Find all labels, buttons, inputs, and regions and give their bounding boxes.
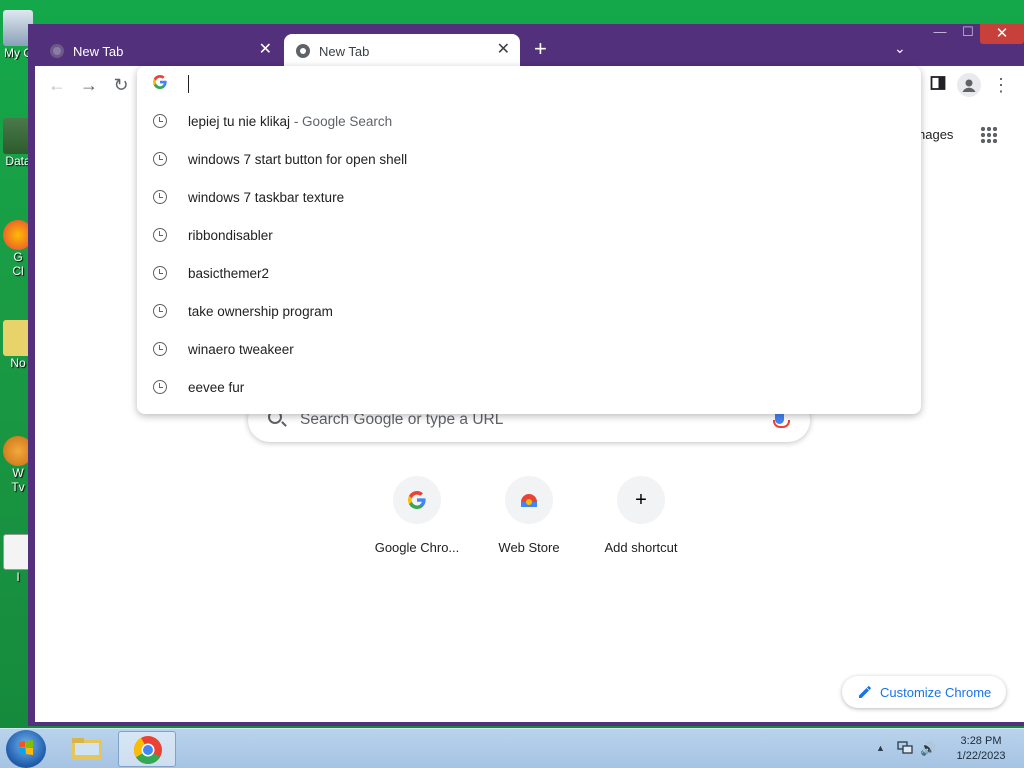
plus-icon: + (617, 476, 665, 524)
tab-title: New Tab (319, 43, 370, 59)
add-shortcut-button[interactable]: + Add shortcut (585, 476, 697, 555)
google-g-icon (153, 75, 167, 93)
suggestion-text: take ownership program (188, 303, 333, 319)
suggestion-text: winaero tweakeer (188, 341, 294, 357)
tab-title: New Tab (73, 43, 124, 59)
taskbar-chrome[interactable] (118, 731, 176, 767)
suggestion-text: ribbondisabler (188, 227, 273, 243)
omnibox-suggestion[interactable]: winaero tweakeer (137, 330, 921, 368)
history-clock-icon (153, 114, 167, 128)
minimize-button[interactable]: — (928, 24, 952, 44)
history-clock-icon (153, 304, 167, 318)
chrome-tab-icon (50, 44, 64, 58)
windows-logo-icon (19, 740, 33, 755)
omnibox-suggestion[interactable]: windows 7 taskbar texture (137, 178, 921, 216)
suggestion-text: eevee fur (188, 379, 245, 395)
profile-avatar-icon[interactable] (957, 73, 981, 97)
tab-new-tab-1[interactable]: New Tab ✕ (50, 34, 282, 68)
maximize-button[interactable]: ☐ (956, 24, 980, 44)
history-clock-icon (153, 152, 167, 166)
omnibox-suggestion[interactable]: eevee fur (137, 368, 921, 406)
suggestion-text: lepiej tu nie klikaj (188, 113, 291, 129)
history-clock-icon (153, 342, 167, 356)
pencil-icon (859, 686, 871, 698)
shortcut-label: Web Store (498, 540, 560, 555)
omnibox-suggestion[interactable]: ribbondisabler (137, 216, 921, 254)
omnibox-dropdown: lepiej tu nie klikaj - Google Search win… (137, 66, 921, 414)
system-clock[interactable]: 3:28 PM 1/22/2023 (946, 734, 1016, 764)
history-clock-icon (153, 380, 167, 394)
new-tab-button[interactable]: + (534, 38, 547, 60)
images-link[interactable]: nages (918, 127, 953, 142)
google-g-icon (393, 476, 441, 524)
omnibox-suggestion[interactable]: windows 7 start button for open shell (137, 140, 921, 178)
omnibox-suggestion[interactable]: take ownership program (137, 292, 921, 330)
omnibox-suggestion[interactable]: basicthemer2 (137, 254, 921, 292)
close-tab-icon[interactable]: ✕ (259, 42, 272, 58)
suggestion-text: windows 7 taskbar texture (188, 189, 345, 205)
suggestion-text: windows 7 start button for open shell (188, 151, 408, 167)
forward-button[interactable]: → (79, 75, 99, 95)
chrome-icon (134, 736, 162, 764)
start-button[interactable] (6, 730, 46, 768)
suggestion-suffix: - Google Search (290, 113, 393, 129)
reload-button[interactable]: ↻ (111, 75, 131, 95)
shortcut-label: Google Chro... (374, 540, 460, 555)
tab-search-chevron-icon[interactable]: ⌄ (894, 40, 906, 57)
clock-time: 3:28 PM (960, 735, 1002, 747)
taskbar: ▲ 🔊 3:28 PM 1/22/2023 (0, 728, 1024, 768)
back-button[interactable]: ← (47, 75, 67, 95)
tab-new-tab-2[interactable]: New Tab ✕ (284, 34, 520, 68)
google-apps-icon[interactable] (980, 126, 998, 144)
shortcut-web-store[interactable]: Web Store (473, 476, 585, 555)
network-icon[interactable] (897, 741, 913, 758)
close-window-button[interactable]: ✕ (980, 24, 1024, 44)
show-hidden-icons-button[interactable]: ▲ (876, 743, 885, 753)
history-clock-icon (153, 266, 167, 280)
side-panel-icon[interactable] (928, 75, 948, 95)
shortcut-label: Add shortcut (604, 540, 678, 555)
folder-icon (72, 738, 102, 760)
history-clock-icon (153, 228, 167, 242)
suggestion-text: basicthemer2 (188, 265, 270, 281)
text-cursor (188, 75, 189, 93)
web-store-icon (505, 476, 553, 524)
omnibox-suggestion[interactable]: lepiej tu nie klikaj - Google Search (137, 102, 921, 140)
tab-strip: New Tab ✕ New Tab ✕ + ⌄ — ☐ ✕ (28, 24, 1024, 68)
volume-icon[interactable]: 🔊 (920, 741, 936, 757)
history-clock-icon (153, 190, 167, 204)
shortcut-google-chrome[interactable]: Google Chro... (361, 476, 473, 555)
taskbar-file-explorer[interactable] (58, 731, 116, 767)
chrome-menu-button[interactable]: ⋮ (991, 75, 1011, 95)
clock-date: 1/22/2023 (956, 750, 1006, 762)
close-tab-icon[interactable]: ✕ (497, 42, 510, 58)
customize-chrome-label: Customize Chrome (880, 684, 992, 700)
chrome-tab-icon (296, 44, 310, 58)
customize-chrome-button[interactable]: Customize Chrome (842, 676, 1006, 708)
omnibox-input[interactable] (137, 66, 921, 102)
